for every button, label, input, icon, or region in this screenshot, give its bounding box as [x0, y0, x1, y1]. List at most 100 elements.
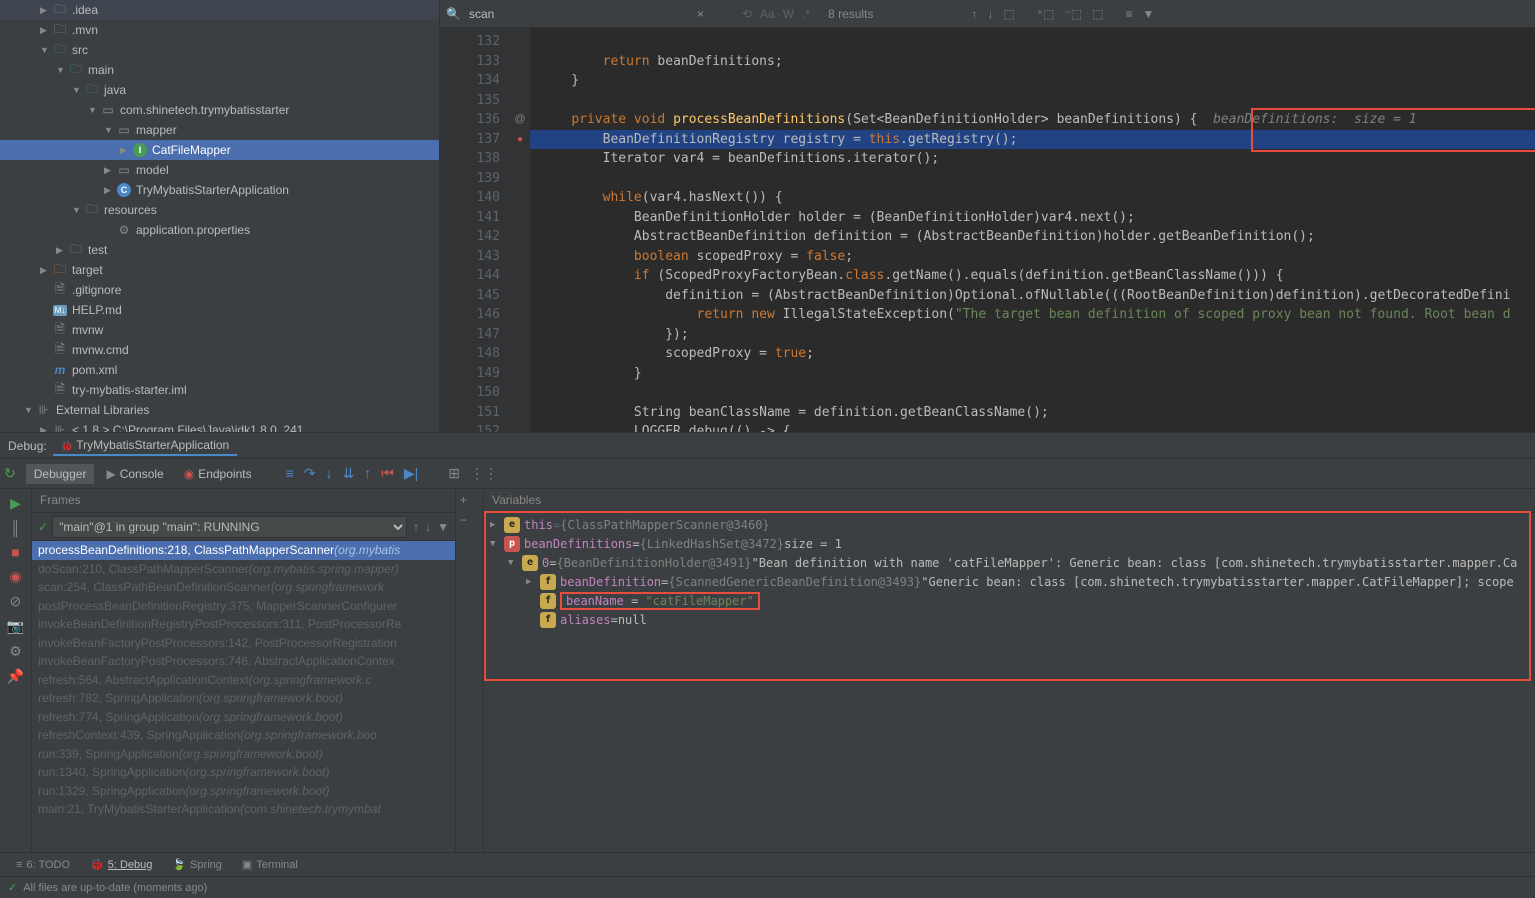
- tree-item-test[interactable]: ▶🗀test: [0, 240, 439, 260]
- code-line-147[interactable]: });: [530, 325, 1535, 345]
- next-frame-icon[interactable]: ↓: [425, 520, 431, 534]
- console-tab[interactable]: ▶Console: [98, 464, 171, 484]
- spring-tab[interactable]: 🍃 Spring: [164, 856, 230, 873]
- tree-item-external-libraries[interactable]: ▼⊪External Libraries: [0, 400, 439, 420]
- code-editor[interactable]: 1321331341351361371381391401411421431441…: [440, 28, 1535, 432]
- terminal-tab[interactable]: ▣ Terminal: [234, 856, 306, 873]
- tree-item--gitignore[interactable]: 🗎.gitignore: [0, 280, 439, 300]
- code-line-150[interactable]: [530, 383, 1535, 403]
- case-icon[interactable]: Aa: [760, 7, 775, 21]
- threads-icon[interactable]: ≡: [286, 465, 294, 482]
- run-to-cursor-icon[interactable]: ▶|: [404, 465, 418, 482]
- code-line-146[interactable]: return new IllegalStateException("The ta…: [530, 305, 1535, 325]
- frame-item-14[interactable]: main:21, TryMybatisStarterApplication (c…: [32, 800, 455, 819]
- code-line-148[interactable]: scopedProxy = true;: [530, 344, 1535, 364]
- step-out-icon[interactable]: ↑: [364, 465, 371, 482]
- code-line-139[interactable]: [530, 169, 1535, 189]
- code-line-142[interactable]: AbstractBeanDefinition definition = (Abs…: [530, 227, 1535, 247]
- select-all-icon[interactable]: ⬚: [1003, 7, 1014, 21]
- var-row-0[interactable]: ▼e0 = {BeanDefinitionHolder@3491} "Bean …: [486, 553, 1533, 572]
- project-tree[interactable]: ▶🗀.idea▶🗀.mvn▼🗀src▼🗀main▼🗀java▼▭com.shin…: [0, 0, 440, 432]
- code-line-138[interactable]: Iterator var4 = beanDefinitions.iterator…: [530, 149, 1535, 169]
- frame-item-1[interactable]: doScan:210, ClassPathMapperScanner (org.…: [32, 560, 455, 579]
- tree-item--mvn[interactable]: ▶🗀.mvn: [0, 20, 439, 40]
- stop-icon[interactable]: ■: [11, 544, 19, 560]
- code-line-135[interactable]: [530, 91, 1535, 111]
- tree-item--idea[interactable]: ▶🗀.idea: [0, 0, 439, 20]
- frame-item-0[interactable]: processBeanDefinitions:218, ClassPathMap…: [32, 541, 455, 560]
- settings-icon[interactable]: ≡: [1125, 7, 1132, 21]
- filter-frames-icon[interactable]: ▼: [437, 520, 449, 534]
- todo-tab[interactable]: ≡ 6: TODO: [8, 857, 78, 873]
- tree-item-try-mybatis-starter-iml[interactable]: 🗎try-mybatis-starter.iml: [0, 380, 439, 400]
- frame-item-4[interactable]: invokeBeanDefinitionRegistryPostProcesso…: [32, 615, 455, 634]
- pin-icon[interactable]: 📌: [7, 668, 24, 685]
- frame-item-5[interactable]: invokeBeanFactoryPostProcessors:142, Pos…: [32, 634, 455, 653]
- tree-item-com-shinetech-trymybatisstarter[interactable]: ▼▭com.shinetech.trymybatisstarter: [0, 100, 439, 120]
- code-line-152[interactable]: LOGGER.debug(() -> {: [530, 422, 1535, 432]
- frame-item-11[interactable]: run:339, SpringApplication (org.springfr…: [32, 745, 455, 764]
- code-line-134[interactable]: }: [530, 71, 1535, 91]
- add-selection-icon[interactable]: ⁺⬚: [1037, 7, 1055, 21]
- frame-item-3[interactable]: postProcessBeanDefinitionRegistry:375, M…: [32, 597, 455, 616]
- drop-frame-icon[interactable]: ⏮: [381, 465, 394, 482]
- pause-icon[interactable]: ║: [11, 520, 21, 536]
- code-line-151[interactable]: String beanClassName = definition.getBea…: [530, 403, 1535, 423]
- settings2-icon[interactable]: ⚙: [9, 643, 22, 660]
- tree-item-mapper[interactable]: ▼▭mapper: [0, 120, 439, 140]
- mute-breakpoints-icon[interactable]: ⊘: [10, 593, 22, 610]
- code-line-140[interactable]: while(var4.hasNext()) {: [530, 188, 1535, 208]
- tree-item-main[interactable]: ▼🗀main: [0, 60, 439, 80]
- frame-item-7[interactable]: refresh:564, AbstractApplicationContext …: [32, 671, 455, 690]
- code-line-144[interactable]: if (ScopedProxyFactoryBean.class.getName…: [530, 266, 1535, 286]
- close-search-icon[interactable]: ×: [697, 7, 704, 21]
- select-occurrences-icon[interactable]: ⬚: [1092, 7, 1103, 21]
- evaluate-icon[interactable]: ⊞: [448, 465, 460, 482]
- frame-item-6[interactable]: invokeBeanFactoryPostProcessors:746, Abs…: [32, 652, 455, 671]
- var-row-aliases[interactable]: faliases = null: [486, 610, 1533, 629]
- tree-item-catfilemapper[interactable]: ▶ICatFileMapper: [0, 140, 439, 160]
- prev-match-icon[interactable]: ↑: [971, 7, 977, 21]
- frame-item-9[interactable]: refresh:774, SpringApplication (org.spri…: [32, 708, 455, 727]
- var-row-beanDefinitions[interactable]: ▼pbeanDefinitions = {LinkedHashSet@3472}…: [486, 534, 1533, 553]
- trace-icon[interactable]: ⋮⋮: [470, 465, 498, 482]
- force-step-into-icon[interactable]: ⇊: [342, 465, 354, 482]
- var-row-this[interactable]: ▶ethis = {ClassPathMapperScanner@3460}: [486, 515, 1533, 534]
- thread-select[interactable]: "main"@1 in group "main": RUNNING: [52, 516, 407, 538]
- debug-run-tab[interactable]: 🐞 TryMybatisStarterApplication: [53, 436, 238, 456]
- add-watch-icon[interactable]: +: [460, 493, 479, 507]
- breakpoints-icon[interactable]: ◉: [9, 568, 21, 585]
- tree-item-trymybatisstarterapplication[interactable]: ▶CTryMybatisStarterApplication: [0, 180, 439, 200]
- endpoints-tab[interactable]: ◉Endpoints: [176, 464, 260, 484]
- code-line-143[interactable]: boolean scopedProxy = false;: [530, 247, 1535, 267]
- search-input[interactable]: [469, 7, 709, 21]
- code-line-149[interactable]: }: [530, 364, 1535, 384]
- frame-item-10[interactable]: refreshContext:439, SpringApplication (o…: [32, 726, 455, 745]
- tree-item-target[interactable]: ▶🗀target: [0, 260, 439, 280]
- debugger-tab[interactable]: Debugger: [26, 464, 95, 484]
- step-over-icon[interactable]: ↷: [304, 465, 316, 482]
- remove-selection-icon[interactable]: ⁻⬚: [1064, 7, 1082, 21]
- frame-item-2[interactable]: scan:254, ClassPathBeanDefinitionScanner…: [32, 578, 455, 597]
- next-match-icon[interactable]: ↓: [987, 7, 993, 21]
- var-row-beanName[interactable]: fbeanName = "catFileMapper": [486, 591, 1533, 610]
- prev-frame-icon[interactable]: ↑: [413, 520, 419, 534]
- tree-item-pom-xml[interactable]: mpom.xml: [0, 360, 439, 380]
- tree-item-mvnw[interactable]: 🗎mvnw: [0, 320, 439, 340]
- code-line-141[interactable]: BeanDefinitionHolder holder = (BeanDefin…: [530, 208, 1535, 228]
- resume-icon[interactable]: ▶: [10, 495, 21, 512]
- frame-item-13[interactable]: run:1329, SpringApplication (org.springf…: [32, 782, 455, 801]
- code-line-132[interactable]: [530, 32, 1535, 52]
- tree-item-mvnw-cmd[interactable]: 🗎mvnw.cmd: [0, 340, 439, 360]
- camera-icon[interactable]: 📷: [7, 618, 24, 635]
- frame-item-8[interactable]: refresh:782, SpringApplication (org.spri…: [32, 689, 455, 708]
- var-row-beanDefinition[interactable]: ▶fbeanDefinition = {ScannedGenericBeanDe…: [486, 572, 1533, 591]
- remove-watch-icon[interactable]: −: [460, 513, 479, 527]
- code-line-137[interactable]: BeanDefinitionRegistry registry = this.g…: [530, 130, 1535, 150]
- tree-item-help-md[interactable]: M↓HELP.md: [0, 300, 439, 320]
- code-line-145[interactable]: definition = (AbstractBeanDefinition)Opt…: [530, 286, 1535, 306]
- tree-item-java[interactable]: ▼🗀java: [0, 80, 439, 100]
- words-icon[interactable]: W: [783, 7, 794, 21]
- frame-item-12[interactable]: run:1340, SpringApplication (org.springf…: [32, 763, 455, 782]
- tree-item-src[interactable]: ▼🗀src: [0, 40, 439, 60]
